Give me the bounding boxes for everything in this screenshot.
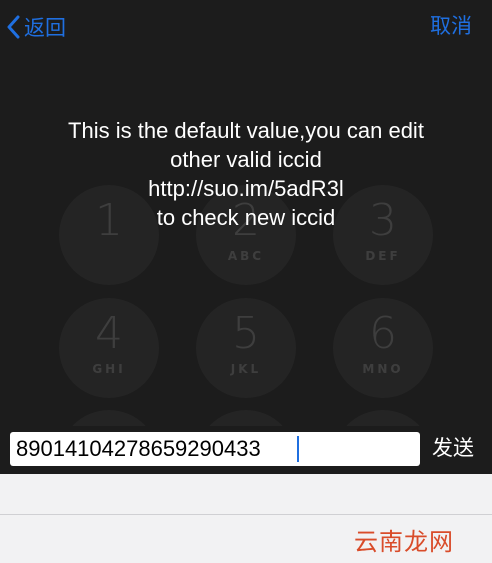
key-letters: MNO bbox=[362, 362, 404, 376]
key-digit: 4 bbox=[95, 308, 123, 359]
bottom-area: 云南龙网 bbox=[0, 474, 492, 563]
chevron-left-icon bbox=[7, 15, 20, 39]
message-line: to check new iccid bbox=[156, 205, 336, 230]
key-letters: JKL bbox=[230, 362, 262, 376]
back-button[interactable]: 返回 bbox=[6, 10, 66, 44]
watermark: 云南龙网 bbox=[354, 528, 454, 556]
message-link: http://suo.im/5adR3l bbox=[148, 176, 344, 201]
key-4: 4 GHI bbox=[59, 298, 159, 398]
text-caret bbox=[297, 436, 299, 462]
input-bar: 发送 bbox=[0, 426, 492, 474]
key-digit: 5 bbox=[232, 308, 260, 359]
screen: 1 2 ABC 3 DEF 4 GHI 5 JKL 6 MNO 返回 取消 Th… bbox=[0, 0, 492, 563]
keypad-background: 1 2 ABC 3 DEF 4 GHI 5 JKL 6 MNO bbox=[0, 0, 492, 470]
message-line: other valid iccid bbox=[170, 147, 322, 172]
key-letters: ABC bbox=[227, 249, 265, 263]
key-5: 5 JKL bbox=[196, 298, 296, 398]
iccid-input[interactable] bbox=[10, 432, 420, 466]
divider bbox=[0, 514, 492, 515]
send-button[interactable]: 发送 bbox=[432, 432, 474, 466]
key-digit: 6 bbox=[369, 308, 397, 359]
cancel-button[interactable]: 取消 bbox=[430, 10, 472, 44]
key-letters: GHI bbox=[92, 362, 126, 376]
message-line: This is the default value,you can edit bbox=[68, 118, 424, 143]
key-6: 6 MNO bbox=[333, 298, 433, 398]
iccid-message: This is the default value,you can edit o… bbox=[0, 116, 492, 232]
key-letters: DEF bbox=[365, 249, 401, 263]
back-label: 返回 bbox=[24, 17, 66, 40]
